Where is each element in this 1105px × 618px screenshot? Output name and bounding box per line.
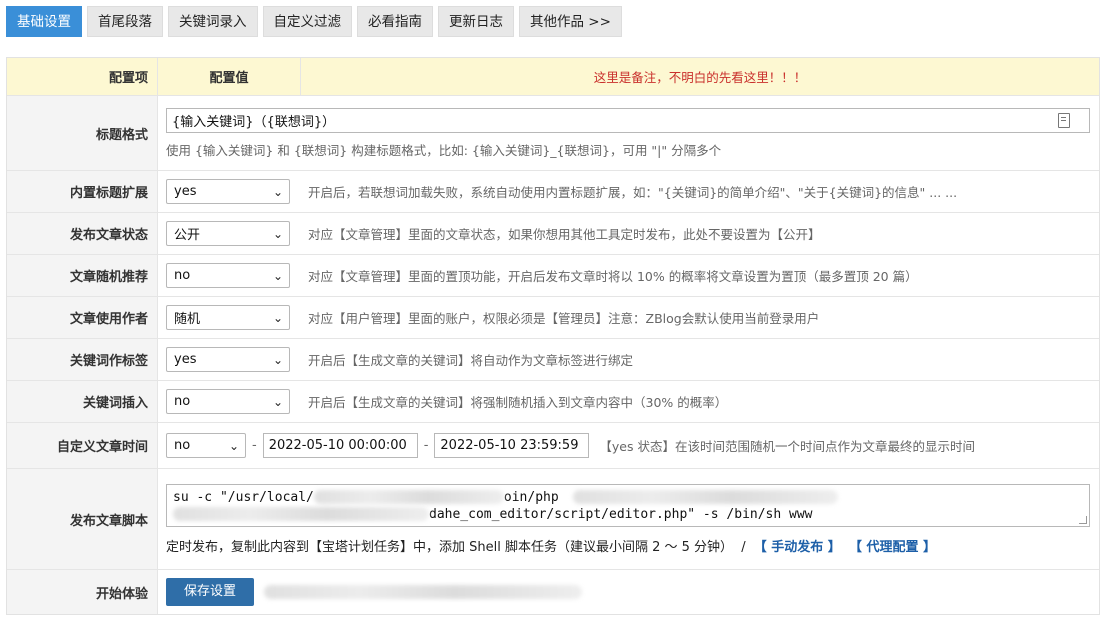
select-value: no <box>174 438 191 453</box>
row-keyword-insert: 关键词插入 no ⌄ 开启后【生成文章的关键词】将强制随机插入到文章内容中（30%… <box>7 381 1099 423</box>
select-value: no <box>174 394 191 409</box>
save-settings-button[interactable]: 保存设置 <box>166 578 255 606</box>
slash-separator: / <box>741 539 746 555</box>
tab-basic-settings[interactable]: 基础设置 <box>6 6 82 37</box>
header-config-value: 配置值 <box>157 58 300 95</box>
script-line1-start: su -c "/usr/local/ <box>173 489 314 505</box>
script-help: 定时发布，复制此内容到【宝塔计划任务】中，添加 Shell 脚本任务（建议最小间… <box>166 539 734 555</box>
script-line1-end: oin/php <box>503 489 559 505</box>
custom-time-select[interactable]: no ⌄ <box>166 433 246 458</box>
tab-changelog[interactable]: 更新日志 <box>438 6 514 37</box>
separator: - <box>423 438 429 453</box>
publish-status-select[interactable]: 公开 ⌄ <box>166 221 290 246</box>
chevron-down-icon: ⌄ <box>272 352 283 367</box>
row-label: 发布文章状态 <box>69 228 148 243</box>
title-format-label: 标题格式 <box>95 127 148 143</box>
row-label: 开始体验 <box>95 586 148 602</box>
select-value: 公开 <box>174 228 201 243</box>
redacted-text <box>264 585 583 599</box>
start-time-input[interactable]: 2022-05-10 00:00:00 <box>262 433 418 458</box>
row-label: 内置标题扩展 <box>69 186 148 201</box>
title-format-input[interactable]: {输入关键词}（{联想词}） <box>166 107 1090 133</box>
keyword-insert-select[interactable]: no ⌄ <box>166 389 290 414</box>
row-start: 开始体验 保存设置 <box>7 570 1099 614</box>
manual-publish-link[interactable]: 【 手动发布 】 <box>754 540 841 555</box>
chevron-down-icon: ⌄ <box>228 438 239 453</box>
script-line2-end: dahe_com_editor/script/editor.php" -s /b… <box>429 506 813 522</box>
chevron-down-icon: ⌄ <box>272 394 283 409</box>
row-description: 对应【用户管理】里面的账户，权限必须是【管理员】注意：ZBlog会默认使用当前登… <box>308 311 820 326</box>
row-keyword-as-tag: 关键词作标签 yes ⌄ 开启后【生成文章的关键词】将自动作为文章标签进行绑定 <box>7 339 1099 381</box>
tab-keyword-entry[interactable]: 关键词录入 <box>168 6 258 37</box>
header-config-item: 配置项 <box>108 71 148 86</box>
row-description: 开启后，若联想词加载失败，系统自动使用内置标题扩展，如："{关键词}的简单介绍"… <box>308 185 958 200</box>
resize-handle-icon[interactable] <box>1079 515 1087 524</box>
chevron-down-icon: ⌄ <box>272 226 283 241</box>
row-description: 对应【文章管理】里面的文章状态，如果你想用其他工具定时发布，此处不要设置为【公开… <box>308 227 821 242</box>
settings-table: 配置项 配置值 这里是备注，不明白的先看这里！！！ 标题格式 {输入关键词}（{… <box>6 57 1100 615</box>
tab-other-works[interactable]: 其他作品 >> <box>519 6 622 37</box>
row-description: 【yes 状态】在该时间范围随机一个时间点作为文章最终的显示时间 <box>599 439 975 454</box>
publish-script-textarea[interactable]: su -c "/usr/local/ oin/php dahe_com_edit… <box>166 483 1090 527</box>
clipboard-icon[interactable] <box>1058 112 1070 128</box>
row-publish-status: 发布文章状态 公开 ⌄ 对应【文章管理】里面的文章状态，如果你想用其他工具定时发布… <box>7 213 1099 255</box>
row-label: 发布文章脚本 <box>69 513 148 529</box>
tab-must-read-guide[interactable]: 必看指南 <box>357 6 433 37</box>
row-description: 对应【文章管理】里面的置顶功能，开启后发布文章时将以 10% 的概率将文章设置为… <box>308 269 918 284</box>
title-format-value: {输入关键词}（{联想词}） <box>172 114 336 130</box>
row-label: 关键词作标签 <box>69 354 148 369</box>
table-header: 配置项 配置值 这里是备注，不明白的先看这里！！！ <box>7 58 1099 96</box>
redacted-text <box>572 490 838 504</box>
row-label: 关键词插入 <box>82 396 148 411</box>
redacted-text <box>173 507 429 521</box>
redacted-text <box>313 490 504 504</box>
row-article-author: 文章使用作者 随机 ⌄ 对应【用户管理】里面的账户，权限必须是【管理员】注意：ZB… <box>7 297 1099 339</box>
select-value: yes <box>174 352 197 367</box>
keyword-as-tag-select[interactable]: yes ⌄ <box>166 347 290 372</box>
row-description: 开启后【生成文章的关键词】将自动作为文章标签进行绑定 <box>308 353 634 368</box>
row-description: 开启后【生成文章的关键词】将强制随机插入到文章内容中（30% 的概率） <box>308 395 728 410</box>
script-help-line: 定时发布，复制此内容到【宝塔计划任务】中，添加 Shell 脚本任务（建议最小间… <box>166 536 936 555</box>
row-publish-script: 发布文章脚本 su -c "/usr/local/ oin/php dahe_c… <box>7 469 1099 570</box>
tab-custom-filter[interactable]: 自定义过滤 <box>262 6 352 37</box>
end-time-input[interactable]: 2022-05-10 23:59:59 <box>434 433 590 458</box>
separator: - <box>252 438 257 453</box>
random-recommend-select[interactable]: no ⌄ <box>166 263 290 288</box>
tab-head-tail-paragraphs[interactable]: 首尾段落 <box>87 6 163 37</box>
row-random-recommend: 文章随机推荐 no ⌄ 对应【文章管理】里面的置顶功能，开启后发布文章时将以 10… <box>7 255 1099 297</box>
chevron-down-icon: ⌄ <box>272 310 283 325</box>
row-custom-time: 自定义文章时间 no ⌄ - 2022-05-10 00:00:00 - 2022… <box>7 423 1099 469</box>
proxy-config-link[interactable]: 【 代理配置 】 <box>849 540 936 555</box>
row-label: 文章随机推荐 <box>69 270 148 285</box>
chevron-down-icon: ⌄ <box>272 184 283 199</box>
title-format-help: 使用 {输入关键词} 和 {联想词} 构建标题格式，比如: {输入关键词}_{联… <box>166 142 722 158</box>
tab-bar: 基础设置 首尾段落 关键词录入 自定义过滤 必看指南 更新日志 其他作品 >> <box>6 6 622 37</box>
row-title-format: 标题格式 {输入关键词}（{联想词}） 使用 {输入关键词} 和 {联想词} 构… <box>7 96 1099 171</box>
select-value: no <box>174 268 191 283</box>
select-value: yes <box>174 184 197 199</box>
header-note: 这里是备注，不明白的先看这里！！！ <box>300 58 1099 95</box>
row-builtin-title-extension: 内置标题扩展 yes ⌄ 开启后，若联想词加载失败，系统自动使用内置标题扩展，如：… <box>7 171 1099 213</box>
builtin-title-extension-select[interactable]: yes ⌄ <box>166 179 290 204</box>
select-value: 随机 <box>174 312 201 327</box>
row-label: 自定义文章时间 <box>56 440 148 455</box>
article-author-select[interactable]: 随机 ⌄ <box>166 305 290 330</box>
chevron-down-icon: ⌄ <box>272 268 283 283</box>
row-label: 文章使用作者 <box>69 312 148 327</box>
